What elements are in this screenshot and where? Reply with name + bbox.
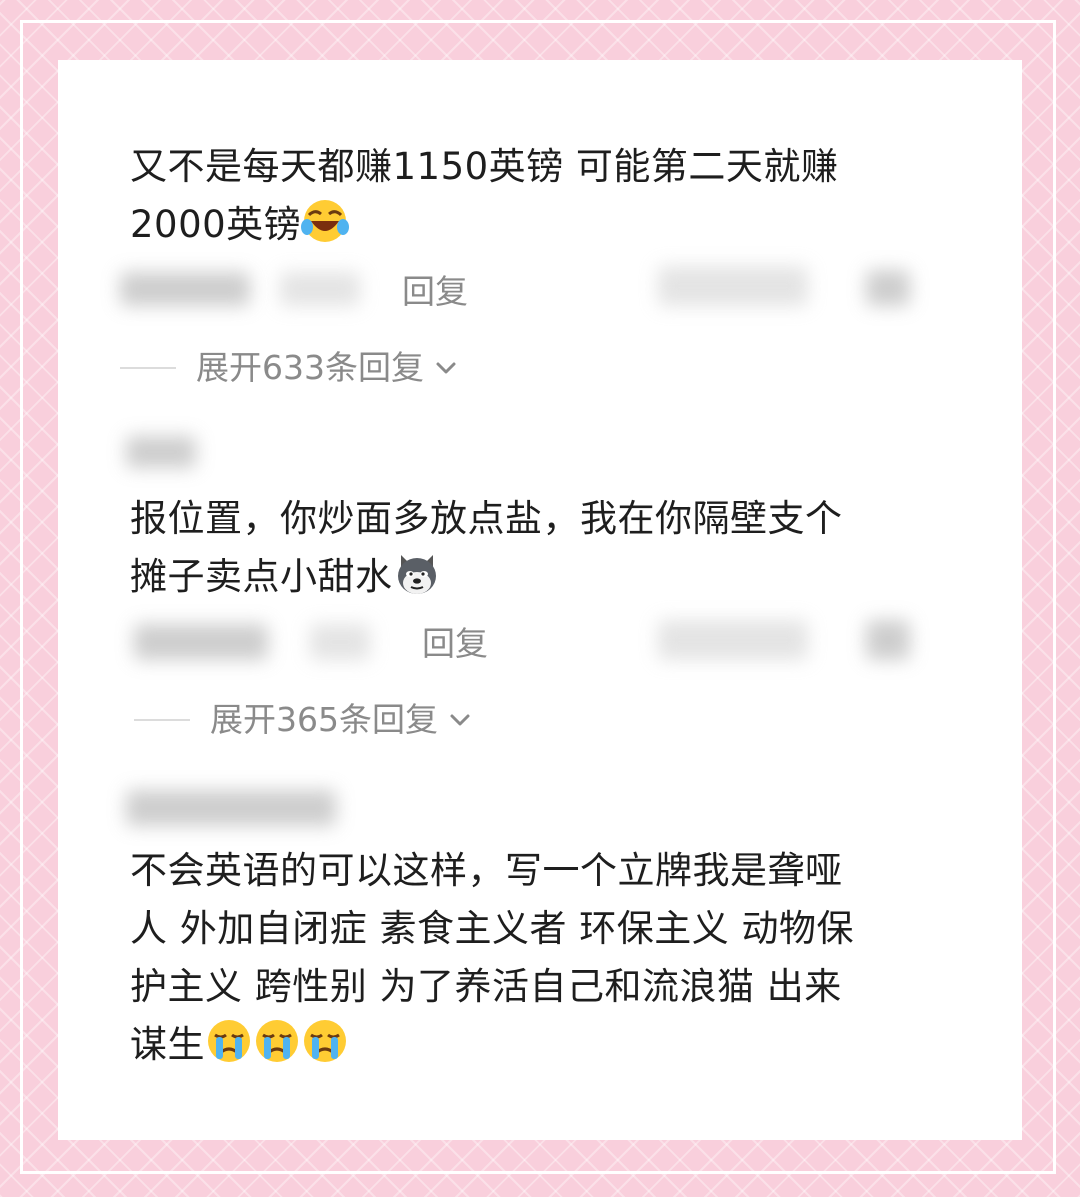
- divider-line: [134, 719, 190, 721]
- chevron-down-icon: [450, 714, 470, 726]
- blurred-time: [310, 624, 370, 660]
- divider-line: [120, 367, 176, 369]
- comment-2-line-1: 报位置，你炒面多放点盐，我在你隔壁支个: [130, 497, 843, 540]
- comment-1-line-1: 又不是每天都赚1150英镑 可能第二天就赚: [130, 145, 839, 188]
- expand-replies-2[interactable]: 展开365条回复: [134, 698, 474, 742]
- doge-emoji-icon: [393, 549, 441, 597]
- expand-replies-label: 展开633条回复: [196, 348, 424, 387]
- crying-emoji-icon: [301, 1017, 349, 1065]
- expand-replies-label: 展开365条回复: [210, 700, 438, 739]
- expand-replies-1[interactable]: 展开633条回复: [120, 346, 460, 390]
- comment-1-line-2: 2000英镑: [130, 196, 930, 254]
- comment-2-line-2: 摊子卖点小甜水: [130, 548, 930, 606]
- comment-card: 又不是每天都赚1150英镑 可能第二天就赚 2000英镑 回复 展开633条回复…: [58, 60, 1022, 1140]
- blurred-like: [866, 620, 910, 660]
- comment-1-text: 又不是每天都赚1150英镑 可能第二天就赚 2000英镑: [130, 138, 930, 254]
- comment-3-text: 不会英语的可以这样，写一个立牌我是聋哑 人 外加自闭症 素食主义者 环保主义 动…: [130, 842, 980, 1074]
- comment-3-line-1: 不会英语的可以这样，写一个立牌我是聋哑: [130, 849, 843, 892]
- blurred-username: [120, 272, 250, 306]
- reply-button[interactable]: 回复: [422, 624, 488, 664]
- comment-3-line-3: 护主义 跨性别 为了养活自己和流浪猫 出来: [130, 965, 842, 1008]
- comment-3-line-2: 人 外加自闭症 素食主义者 环保主义 动物保: [130, 907, 855, 950]
- reply-button[interactable]: 回复: [402, 272, 468, 312]
- comment-3-line-4: 谋生: [130, 1016, 980, 1074]
- blurred-username: [134, 624, 268, 660]
- blurred-username: [126, 436, 196, 468]
- blurred-like: [866, 270, 910, 306]
- laughing-crying-emoji-icon: [301, 197, 350, 245]
- comment-2-text: 报位置，你炒面多放点盐，我在你隔壁支个 摊子卖点小甜水: [130, 490, 930, 606]
- blurred-time: [280, 272, 360, 306]
- blurred-username: [126, 790, 336, 826]
- blurred-actions: [658, 266, 808, 306]
- crying-emoji-icon: [205, 1017, 253, 1065]
- blurred-actions: [658, 620, 808, 660]
- chevron-down-icon: [436, 362, 456, 374]
- crying-emoji-icon: [253, 1017, 301, 1065]
